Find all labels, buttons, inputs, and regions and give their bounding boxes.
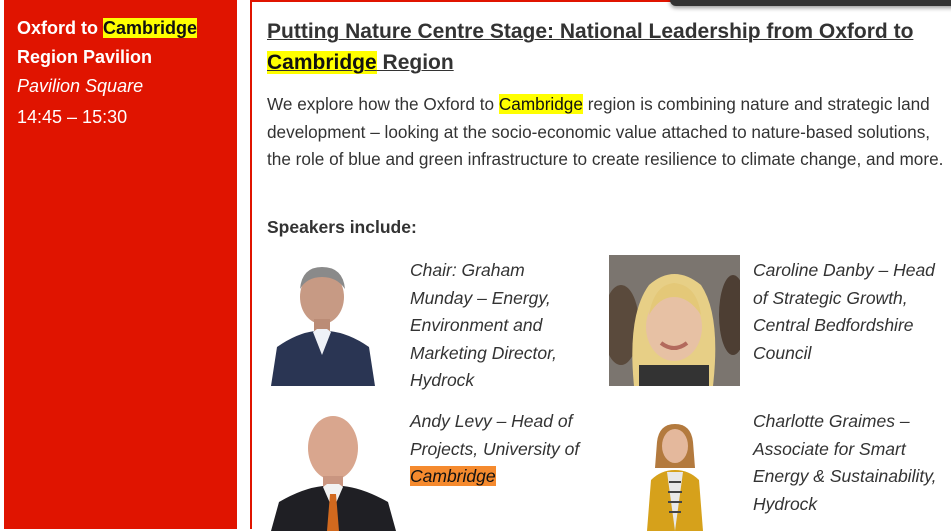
search-highlight: Cambridge [103, 18, 198, 38]
speaker-photo-andy-levy [267, 402, 400, 531]
session-details: Putting Nature Centre Stage: National Le… [250, 0, 951, 531]
session-time: 14:45 – 15:30 [17, 107, 128, 127]
pavilion-location: Pavilion Square [17, 76, 144, 96]
overlay-toolbar [670, 0, 951, 6]
session-description: We explore how the Oxford to Cambridge r… [267, 94, 944, 169]
speaker-bio-caroline-danby: Caroline Danby – Head of Strategic Growt… [753, 260, 935, 363]
speaker-bio-charlotte-graimes: Charlotte Graimes – Associate for Smart … [753, 411, 937, 514]
speaker-photo-charlotte-graimes [609, 402, 740, 531]
search-highlight: Cambridge [267, 51, 377, 74]
speaker-bio-andy-levy: Andy Levy – Head of Projects, University… [410, 411, 580, 486]
pavilion-name: Oxford to Cambridge Region Pavilion [17, 18, 198, 67]
speakers-heading: Speakers include: [267, 217, 417, 237]
search-highlight-current: Cambridge [410, 466, 496, 486]
speaker-photo-caroline-danby [609, 255, 740, 386]
speaker-photo-graham-munday [267, 255, 375, 386]
session-sidebar: Oxford to Cambridge Region Pavilion Pavi… [4, 0, 237, 529]
speaker-bio-graham-munday: Chair: Graham Munday – Energy, Environme… [410, 260, 557, 390]
session-title-link[interactable]: Putting Nature Centre Stage: National Le… [267, 16, 947, 78]
search-highlight: Cambridge [498, 94, 583, 114]
